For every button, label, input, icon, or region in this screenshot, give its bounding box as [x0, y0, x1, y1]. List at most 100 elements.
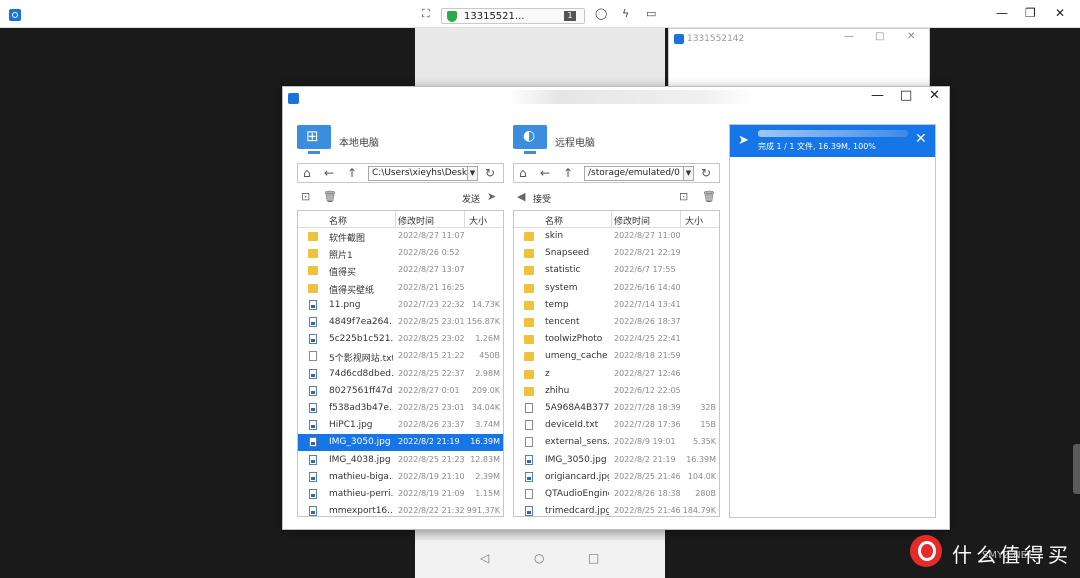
file-row[interactable]: trimedcard.jpg 2022/8/25 21:46 184.79K [514, 503, 719, 516]
file-row[interactable]: system 2022/6/16 14:40 [514, 280, 719, 297]
col-name[interactable]: 名称 [329, 214, 347, 227]
refresh-icon[interactable]: ↻ [485, 166, 495, 180]
file-row[interactable]: IMG_3050.jpg 2022/8/2 21:19 16.39M [514, 452, 719, 469]
col-size[interactable]: 大小 [685, 214, 703, 227]
file-row[interactable]: mmexport16... 2022/8/22 21:32 991.37K [298, 503, 503, 516]
file-row[interactable]: skin 2022/8/27 11:00 [514, 228, 719, 245]
file-row[interactable]: QTAudioEngine 2022/8/26 18:38 280B [514, 486, 719, 503]
dialog-maximize-button[interactable]: □ [900, 88, 912, 103]
image-file-icon [309, 317, 317, 327]
file-row[interactable]: 74d6cd8dbed... 2022/8/25 22:37 2.98M [298, 366, 503, 383]
chevron-down-icon[interactable]: ▼ [684, 166, 694, 181]
file-modified-time: 2022/8/26 18:38 [614, 489, 681, 498]
remote-path-input[interactable]: /storage/emulated/0 [584, 166, 684, 181]
send-label[interactable]: 发送 [462, 192, 480, 205]
file-row[interactable]: temp 2022/7/14 13:41 [514, 297, 719, 314]
file-row[interactable]: 5个影视网站.txt 2022/8/15 21:22 450B [298, 348, 503, 365]
up-arrow-icon[interactable]: ↑ [563, 166, 573, 180]
file-row[interactable]: Snapseed 2022/8/21 22:19 [514, 245, 719, 262]
file-row[interactable]: mathieu-biga... 2022/8/19 21:10 2.39M [298, 469, 503, 486]
file-size: 12.83M [470, 454, 500, 464]
file-row[interactable]: external_sens... 2022/8/9 19:01 5.35K [514, 434, 719, 451]
file-row[interactable]: 4849f7ea264... 2022/8/25 23:01 156.87K [298, 314, 503, 331]
bg-window-title: 1331552142 [687, 34, 745, 44]
file-row[interactable]: z 2022/8/27 12:46 [514, 366, 719, 383]
file-row[interactable]: zhihu 2022/6/12 22:05 [514, 383, 719, 400]
image-file-icon [309, 368, 317, 379]
close-button[interactable]: ✕ [1055, 6, 1065, 20]
receive-icon[interactable]: ◀ [517, 190, 525, 203]
file-row[interactable]: mathieu-perri... 2022/8/19 21:09 1.15M [298, 486, 503, 503]
file-row[interactable]: 软件截图 2022/8/27 11:07 [298, 228, 503, 245]
col-time[interactable]: 修改时间 [614, 214, 650, 227]
new-folder-icon[interactable]: ⊡ [301, 190, 310, 203]
image-file-icon [309, 420, 317, 431]
file-row[interactable]: statistic 2022/6/7 17:55 [514, 262, 719, 279]
file-name: 8027561ff47d... [329, 385, 393, 396]
delete-icon[interactable]: 🗑 [323, 190, 337, 203]
bg-close-button[interactable]: ✕ [907, 31, 915, 42]
home-icon[interactable]: ○ [534, 551, 544, 565]
bg-minimize-button[interactable]: — [844, 31, 854, 42]
file-modified-time: 2022/8/27 13:07 [398, 265, 465, 275]
dialog-close-button[interactable]: ✕ [929, 88, 940, 103]
home-icon[interactable]: ⌂ [303, 166, 311, 180]
col-size[interactable]: 大小 [469, 214, 487, 227]
file-row[interactable]: 5A968A4B377... 2022/7/28 18:39 32B [514, 400, 719, 417]
file-size: 16.39M [686, 454, 716, 464]
fullscreen-icon[interactable]: ⛶ [422, 8, 430, 20]
device-selector[interactable]: 13315521... 1 [441, 8, 585, 24]
file-row[interactable]: 值得买 2022/8/27 13:07 [298, 262, 503, 279]
local-action-row: ⊡ 🗑 发送 ➤ [297, 189, 504, 205]
remote-file-list: 名称 修改时间 大小 skin 2022/8/27 11:00 Snapseed 20… [513, 210, 720, 517]
maximize-button[interactable]: ❐ [1025, 6, 1036, 20]
file-name: 5个影视网站.txt [329, 354, 393, 365]
file-row[interactable]: origiancard.jpg 2022/8/25 21:46 104.0K [514, 469, 719, 486]
flash-icon[interactable]: ϟ [622, 8, 629, 20]
bg-maximize-button[interactable]: □ [875, 31, 884, 42]
local-list-header: 名称 修改时间 大小 [298, 211, 503, 228]
local-path-input[interactable]: C:\Users\xieyhs\Desktop [368, 166, 468, 181]
refresh-icon[interactable]: ↻ [701, 166, 711, 180]
chevron-down-icon[interactable]: ▼ [468, 166, 478, 181]
back-arrow-icon[interactable]: ← [540, 166, 550, 180]
file-row[interactable]: f538ad3b47e... 2022/8/25 23:01 34.04K [298, 400, 503, 417]
up-arrow-icon[interactable]: ↑ [347, 166, 357, 180]
file-row[interactable]: 8027561ff47d... 2022/8/27 0:01 209.0K [298, 383, 503, 400]
shield-icon [447, 11, 457, 22]
file-row[interactable]: deviceId.txt 2022/7/28 17:36 15B [514, 417, 719, 434]
file-row[interactable]: tencent 2022/8/26 18:37 [514, 314, 719, 331]
file-row[interactable]: 值得买壁纸 2022/8/21 16:25 [298, 280, 503, 297]
file-row[interactable]: IMG_4038.jpg 2022/8/25 21:23 12.83M [298, 452, 503, 469]
col-name[interactable]: 名称 [545, 214, 563, 227]
chat-icon[interactable]: ◯ [595, 8, 607, 20]
file-row[interactable]: 11.png 2022/7/23 22:32 14.73K [298, 297, 503, 314]
file-row[interactable]: HiPC1.jpg 2022/8/26 23:37 3.74M [298, 417, 503, 434]
file-size: 14.73K [471, 299, 500, 309]
minimize-button[interactable]: — [996, 6, 1008, 20]
side-handle[interactable] [1073, 444, 1080, 494]
image-file-icon [309, 454, 317, 465]
file-row[interactable]: 5c225b1c521... 2022/8/25 23:02 1.26M [298, 331, 503, 348]
back-icon[interactable]: ◁ [480, 551, 489, 565]
send-icon[interactable]: ➤ [487, 190, 496, 203]
back-arrow-icon[interactable]: ← [324, 166, 334, 180]
file-row[interactable]: IMG_3050.jpg 2022/8/2 21:19 16.39M [298, 434, 503, 452]
close-icon[interactable]: ✕ [915, 131, 927, 147]
file-row[interactable]: 照片1 2022/8/26 0:52 [298, 245, 503, 262]
home-icon[interactable]: ⌂ [519, 166, 527, 180]
file-size: 2.98M [475, 368, 500, 378]
new-folder-icon[interactable]: ⊡ [679, 190, 688, 203]
file-row[interactable]: umeng_cache 2022/8/18 21:59 [514, 348, 719, 365]
col-time[interactable]: 修改时间 [398, 214, 434, 227]
delete-icon[interactable]: 🗑 [702, 190, 716, 203]
folder-icon [524, 266, 534, 276]
file-row[interactable]: toolwizPhoto 2022/4/25 22:41 [514, 331, 719, 348]
transfer-item[interactable]: ➤ 完成 1 / 1 文件, 16.39M, 100% ✕ [730, 125, 935, 157]
app-logo-icon [674, 34, 684, 44]
receive-label[interactable]: 接受 [533, 192, 551, 205]
remote-path-bar: ⌂ ← ↑ /storage/emulated/0 ▼ ↻ [513, 163, 720, 183]
dialog-minimize-button[interactable]: — [871, 88, 884, 103]
monitor-icon[interactable]: ▭ [646, 8, 656, 20]
recents-icon[interactable]: □ [588, 551, 599, 565]
